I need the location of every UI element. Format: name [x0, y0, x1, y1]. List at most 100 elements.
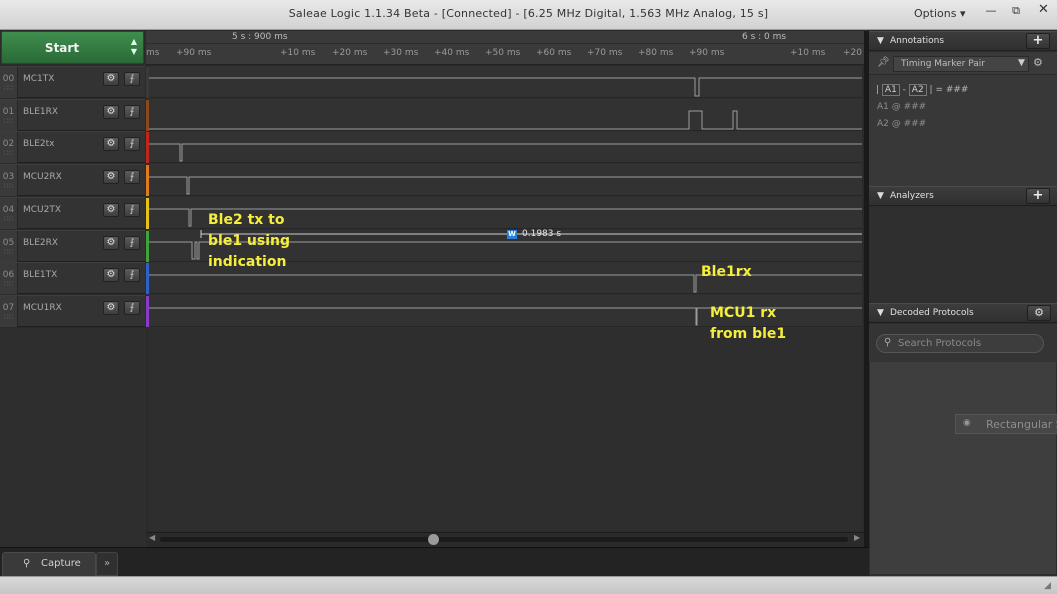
- timing-marker-select[interactable]: Timing Marker Pair ▼: [893, 56, 1029, 72]
- ruler-tick-label: +20: [843, 48, 862, 58]
- scroll-track[interactable]: [160, 537, 848, 542]
- channel-row[interactable]: 07 ∷∷ MCU1RX ⚙ ⨍: [0, 295, 149, 327]
- drag-handle-icon[interactable]: ∷∷: [0, 85, 17, 92]
- signal-traces: [149, 77, 862, 326]
- resize-grip-icon[interactable]: ◢: [1044, 581, 1051, 591]
- annotation-ble2-tx: Ble2 tx to ble1 using indication: [208, 210, 290, 273]
- status-bar: ◢: [0, 576, 1057, 594]
- channel-number[interactable]: 02 ∷∷: [0, 132, 18, 163]
- collapse-icon[interactable]: ▼: [877, 191, 884, 201]
- channel-row[interactable]: 06 ∷∷ BLE1TX ⚙ ⨍: [0, 262, 149, 294]
- trigger-edge-icon[interactable]: ⨍: [124, 105, 140, 119]
- drag-handle-icon[interactable]: ∷∷: [0, 150, 17, 157]
- drag-handle-icon[interactable]: ∷∷: [0, 183, 17, 190]
- trigger-edge-icon[interactable]: ⨍: [124, 137, 140, 151]
- capture-icon: ⚲: [23, 558, 31, 569]
- scroll-thumb[interactable]: [428, 534, 439, 545]
- channel-settings-icon[interactable]: ⚙: [103, 170, 119, 184]
- collapse-icon[interactable]: ▼: [877, 308, 884, 318]
- channel-number[interactable]: 04 ∷∷: [0, 198, 18, 229]
- channel-settings-icon[interactable]: ⚙: [103, 301, 119, 315]
- tab-capture[interactable]: ⚲ Capture: [2, 552, 96, 576]
- trigger-edge-icon[interactable]: ⨍: [124, 301, 140, 315]
- title-bar: Saleae Logic 1.1.34 Beta - [Connected] -…: [0, 0, 1057, 30]
- pin-icon[interactable]: 📌︎: [877, 57, 890, 68]
- time-ruler[interactable]: 5 s : 900 ms 6 s : 0 ms ms +90 ms +10 ms +2…: [146, 31, 864, 65]
- tab-more[interactable]: »: [96, 552, 118, 576]
- channel-settings-icon[interactable]: ⚙: [103, 72, 119, 86]
- options-menu[interactable]: Options ▾: [914, 7, 965, 20]
- channel-row[interactable]: 03 ∷∷ MCU2RX ⚙ ⨍: [0, 164, 149, 196]
- width-badge[interactable]: W: [507, 230, 517, 239]
- scroll-right-icon[interactable]: ▶: [854, 533, 860, 542]
- saleae-window: Saleae Logic 1.1.34 Beta - [Connected] -…: [0, 0, 1057, 594]
- drag-handle-icon[interactable]: ∷∷: [0, 249, 17, 256]
- start-options-icon[interactable]: ▲ ▼: [127, 37, 141, 57]
- add-analyzer-button[interactable]: +: [1026, 188, 1050, 204]
- minimize-button[interactable]: —: [979, 3, 1003, 19]
- decoded-settings-button[interactable]: ⚙: [1027, 305, 1051, 321]
- channel-name[interactable]: MCU2RX: [23, 172, 62, 182]
- channel-number-text: 05: [2, 238, 15, 248]
- search-protocols-input[interactable]: ⚲ Search Protocols: [876, 334, 1044, 353]
- channel-settings-icon[interactable]: ⚙: [103, 268, 119, 282]
- ruler-tick-label: +90 ms: [176, 48, 212, 58]
- channel-settings-icon[interactable]: ⚙: [103, 105, 119, 119]
- annotations-header[interactable]: ▼ Annotations +: [869, 31, 1057, 51]
- add-annotation-button[interactable]: +: [1026, 33, 1050, 49]
- drag-handle-icon[interactable]: ∷∷: [0, 281, 17, 288]
- drag-handle-icon[interactable]: ∷∷: [0, 216, 17, 223]
- channel-number[interactable]: 01 ∷∷: [0, 100, 18, 131]
- floating-tooltip: ◉ Rectangular S: [955, 414, 1057, 434]
- marker-formula: | A1 - A2 | = ###: [876, 84, 969, 96]
- search-icon: ⚲: [884, 337, 892, 348]
- channel-number[interactable]: 00 ∷∷: [0, 67, 18, 98]
- channel-row[interactable]: 04 ∷∷ MCU2TX ⚙ ⨍: [0, 197, 149, 229]
- collapse-icon[interactable]: ▼: [877, 36, 884, 46]
- trigger-edge-icon[interactable]: ⨍: [124, 203, 140, 217]
- channel-name[interactable]: BLE1RX: [23, 107, 58, 117]
- trigger-edge-icon[interactable]: ⨍: [124, 236, 140, 250]
- analyzers-header[interactable]: ▼ Analyzers +: [869, 186, 1057, 206]
- channel-number[interactable]: 06 ∷∷: [0, 263, 18, 294]
- channel-name[interactable]: BLE1TX: [23, 270, 57, 280]
- gear-icon[interactable]: ⚙: [1033, 56, 1043, 69]
- channel-number[interactable]: 03 ∷∷: [0, 165, 18, 196]
- scroll-left-icon[interactable]: ◀: [149, 533, 155, 542]
- channel-row[interactable]: 00 ∷∷ MC1TX ⚙ ⨍: [0, 66, 149, 98]
- channel-number-text: 03: [2, 172, 15, 182]
- restore-button[interactable]: ⧉: [1004, 3, 1028, 19]
- channel-name[interactable]: MC1TX: [23, 74, 54, 84]
- channel-row[interactable]: 01 ∷∷ BLE1RX ⚙ ⨍: [0, 99, 149, 131]
- channel-settings-icon[interactable]: ⚙: [103, 137, 119, 151]
- channel-settings-icon[interactable]: ⚙: [103, 236, 119, 250]
- channel-name[interactable]: BLE2RX: [23, 238, 58, 248]
- tooltip-icon: ◉: [963, 418, 971, 428]
- channel-name[interactable]: MCU2TX: [23, 205, 61, 215]
- channel-row[interactable]: 05 ∷∷ BLE2RX ⚙ ⨍: [0, 230, 149, 262]
- ruler-tick-label: +50 ms: [485, 48, 521, 58]
- trigger-edge-icon[interactable]: ⨍: [124, 268, 140, 282]
- drag-handle-icon[interactable]: ∷∷: [0, 314, 17, 321]
- channel-name[interactable]: MCU1RX: [23, 303, 62, 313]
- channel-number[interactable]: 05 ∷∷: [0, 231, 18, 262]
- window-title: Saleae Logic 1.1.34 Beta - [Connected] -…: [288, 7, 769, 20]
- channel-number-text: 06: [2, 270, 15, 280]
- close-button[interactable]: ✕: [1030, 0, 1057, 20]
- marker-a1-row: A1 @ ###: [877, 102, 927, 112]
- channel-number[interactable]: 07 ∷∷: [0, 296, 18, 327]
- ruler-timestamp: 5 s : 900 ms: [232, 32, 288, 42]
- channel-number-text: 01: [2, 107, 15, 117]
- horizontal-scrollbar[interactable]: ◀ ▶: [146, 532, 864, 546]
- timing-marker-label: Timing Marker Pair: [901, 59, 985, 69]
- channel-settings-icon[interactable]: ⚙: [103, 203, 119, 217]
- channel-name[interactable]: BLE2tx: [23, 139, 54, 149]
- channel-number-text: 00: [2, 74, 15, 84]
- channel-row[interactable]: 02 ∷∷ BLE2tx ⚙ ⨍: [0, 131, 149, 163]
- start-button[interactable]: Start ▲ ▼: [1, 31, 144, 64]
- drag-handle-icon[interactable]: ∷∷: [0, 118, 17, 125]
- annotations-title: Annotations: [890, 36, 945, 46]
- trigger-edge-icon[interactable]: ⨍: [124, 170, 140, 184]
- decoded-protocols-list[interactable]: [870, 362, 1056, 574]
- trigger-edge-icon[interactable]: ⨍: [124, 72, 140, 86]
